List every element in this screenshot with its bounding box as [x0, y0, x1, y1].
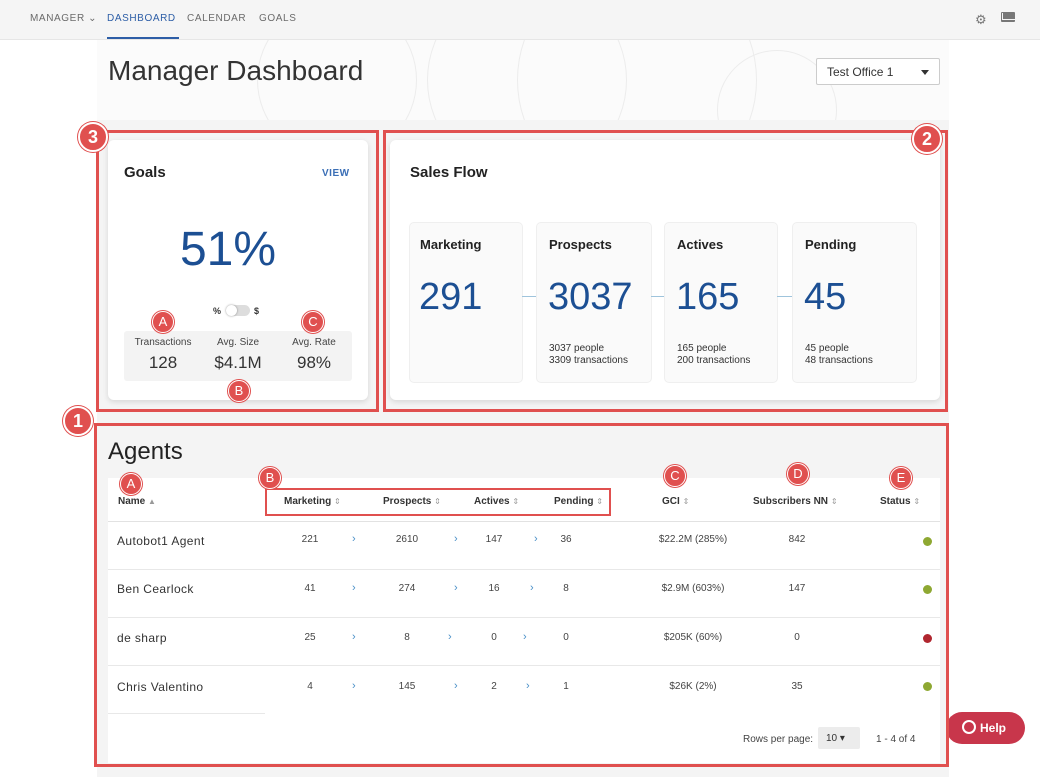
- annotation-badge-1: 1: [63, 406, 93, 436]
- annotation-frame-1: [94, 423, 949, 767]
- office-select-value: Test Office 1: [827, 65, 894, 79]
- annotation-letter-b: B: [228, 380, 250, 402]
- chevron-down-icon: [921, 70, 929, 75]
- active-tab-indicator: [107, 37, 179, 39]
- annotation-badge-3: 3: [78, 122, 108, 152]
- annotation-letter-a: A: [120, 473, 142, 495]
- annotation-frame-3: [96, 130, 379, 412]
- help-label: Help: [980, 721, 1007, 735]
- office-select[interactable]: Test Office 1: [816, 58, 940, 85]
- annotation-letter-c: C: [664, 465, 686, 487]
- annotation-badge-2: 2: [912, 124, 942, 154]
- top-nav: MANAGER ⌄ DASHBOARD CALENDAR GOALS ⚙: [0, 0, 1040, 40]
- chat-bubble-icon: [962, 720, 976, 734]
- annotation-letter-e: E: [890, 467, 912, 489]
- nav-dashboard-tab[interactable]: DASHBOARD: [107, 13, 176, 24]
- help-button[interactable]: Help: [946, 712, 1025, 744]
- page-title: Manager Dashboard: [108, 55, 364, 86]
- annotation-letter-a: A: [152, 311, 174, 333]
- annotation-frame-2: [383, 130, 948, 412]
- annotation-letter-c: C: [302, 311, 324, 333]
- mail-icon[interactable]: [1001, 12, 1015, 22]
- annotation-letter-d: D: [787, 463, 809, 485]
- annotation-frame-columns: [265, 488, 611, 516]
- gear-icon[interactable]: ⚙: [975, 12, 987, 28]
- annotation-letter-b: B: [259, 467, 281, 489]
- nav-calendar-tab[interactable]: CALENDAR: [187, 13, 246, 24]
- nav-manager-menu[interactable]: MANAGER ⌄: [30, 13, 97, 24]
- nav-goals-tab[interactable]: GOALS: [259, 13, 296, 24]
